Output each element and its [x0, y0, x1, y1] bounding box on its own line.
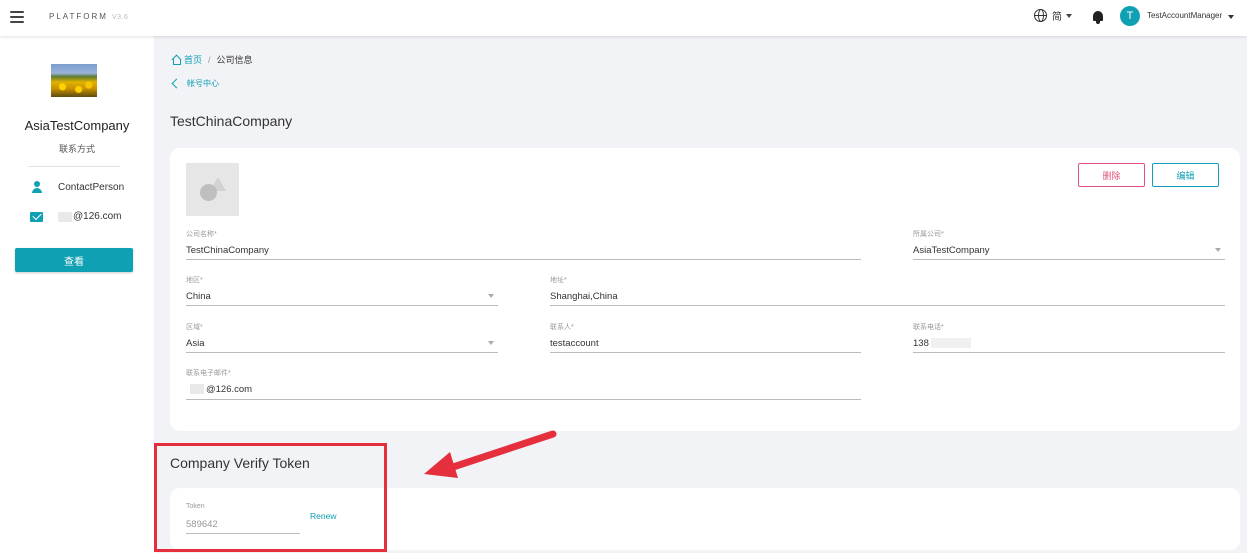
- field-label: 联系人*: [550, 324, 574, 331]
- mail-icon: [30, 211, 43, 222]
- avatar[interactable]: T: [1120, 6, 1140, 26]
- email-field[interactable]: 联系电子邮件* @126.com: [186, 368, 861, 400]
- bell-icon[interactable]: [1092, 10, 1104, 24]
- account-name[interactable]: TestAccountManager: [1147, 11, 1222, 20]
- token-field[interactable]: Token 589642: [186, 503, 300, 534]
- annotation-arrow-icon: [424, 430, 557, 478]
- dropdown-arrow-icon: [488, 341, 494, 345]
- contact-person-row: ContactPerson: [30, 180, 124, 194]
- field-label: Token: [186, 503, 205, 510]
- field-value: @126.com: [206, 384, 253, 395]
- address-field[interactable]: 地址* Shanghai,China: [550, 275, 1225, 306]
- field-value: TestChinaCompany: [186, 245, 269, 256]
- breadcrumb-home[interactable]: 首页: [184, 53, 202, 66]
- renew-button[interactable]: Renew: [310, 511, 336, 521]
- contact-section-label: 联系方式: [58, 144, 95, 154]
- field-label: 地区*: [186, 277, 203, 284]
- field-value: China: [186, 291, 211, 302]
- phone-field[interactable]: 联系电话* 138: [913, 322, 1225, 353]
- dropdown-arrow-icon: [488, 294, 494, 298]
- page-title: TestChinaCompany: [170, 113, 293, 129]
- contact-person-field[interactable]: 联系人* testaccount: [550, 322, 861, 353]
- parent-company-select[interactable]: 所属公司* AsiaTestCompany: [913, 229, 1225, 260]
- token-card: Token 589642 Renew: [170, 488, 1240, 550]
- image-placeholder-icon[interactable]: [186, 163, 239, 216]
- field-label: 所属公司*: [913, 231, 944, 238]
- field-value: AsiaTestCompany: [913, 245, 990, 256]
- brand-name: PLATFORM: [49, 12, 108, 21]
- field-value: Asia: [186, 338, 205, 349]
- caret-down-icon: [1066, 13, 1072, 18]
- redacted-text: [930, 338, 971, 349]
- back-link-label: 帐号中心: [187, 79, 219, 88]
- breadcrumb: 首页 / 公司信息: [171, 53, 253, 66]
- sidebar: AsiaTestCompany 联系方式 ContactPerson @126.…: [0, 36, 154, 553]
- caret-down-icon[interactable]: [1228, 15, 1234, 19]
- country-select[interactable]: 地区* China: [186, 275, 498, 306]
- field-value: 138: [913, 338, 929, 349]
- redacted-text: [190, 384, 204, 395]
- version-label: V3.6: [111, 14, 129, 21]
- person-icon: [30, 180, 44, 194]
- hamburger-menu-icon[interactable]: [10, 11, 24, 23]
- token-section-title: Company Verify Token: [170, 455, 310, 471]
- edit-button[interactable]: 编辑: [1152, 163, 1219, 187]
- redacted-text: [58, 211, 72, 222]
- home-icon[interactable]: [171, 55, 181, 65]
- token-value: 589642: [186, 519, 218, 530]
- company-info-card: 删除 编辑 公司名称* TestChinaCompany 所属公司* AsiaT…: [170, 148, 1240, 431]
- view-button[interactable]: 查看: [15, 248, 133, 272]
- company-image: [51, 64, 97, 97]
- field-label: 联系电子邮件*: [186, 370, 231, 377]
- contact-email: @126.com: [73, 211, 122, 222]
- back-link[interactable]: 帐号中心: [171, 78, 219, 89]
- breadcrumb-current: 公司信息: [216, 55, 253, 65]
- language-label: 简: [1052, 12, 1062, 23]
- field-label: 公司名称*: [186, 231, 217, 238]
- field-value: Shanghai,China: [550, 291, 618, 302]
- field-label: 区域*: [186, 324, 203, 331]
- top-bar: PLATFORM V3.6 简 T TestAccountManager: [0, 0, 1247, 36]
- region-select[interactable]: 区域* Asia: [186, 322, 498, 353]
- field-value: testaccount: [550, 338, 599, 349]
- breadcrumb-separator: /: [208, 54, 211, 65]
- language-switcher[interactable]: 简: [1034, 8, 1072, 23]
- field-label: 地址*: [550, 277, 567, 284]
- field-label: 联系电话*: [913, 324, 944, 331]
- brand: PLATFORM V3.6: [49, 12, 128, 21]
- chevron-left-icon: [171, 78, 182, 89]
- company-name: AsiaTestCompany: [24, 118, 130, 133]
- divider: [28, 166, 120, 167]
- delete-button[interactable]: 删除: [1078, 163, 1145, 187]
- contact-person: ContactPerson: [58, 181, 125, 193]
- globe-icon: [1034, 9, 1047, 22]
- email-row: @126.com: [30, 211, 122, 222]
- company-name-field[interactable]: 公司名称* TestChinaCompany: [186, 229, 861, 260]
- dropdown-arrow-icon: [1215, 248, 1221, 252]
